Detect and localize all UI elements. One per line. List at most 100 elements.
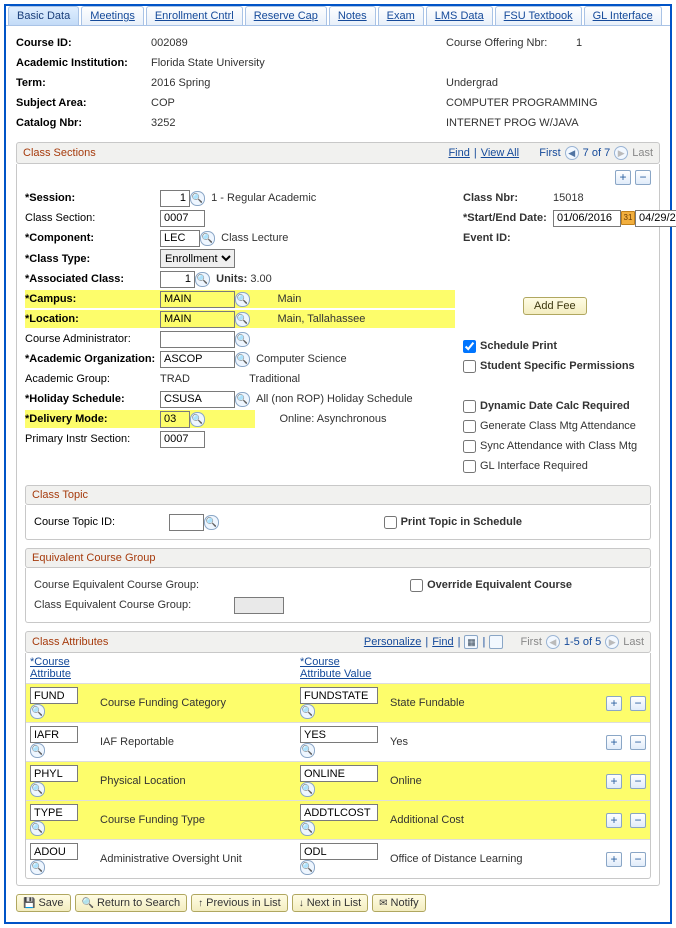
course-admin-input[interactable]	[160, 331, 235, 348]
start-date-calendar-icon[interactable]	[621, 211, 635, 225]
class-section-input[interactable]	[160, 210, 205, 227]
class-attributes-title: Class Attributes	[32, 636, 108, 648]
sync-att-label: Sync Attendance with Class Mtg	[480, 440, 637, 452]
attr-del-row[interactable]: −	[630, 852, 646, 867]
attr-code-lookup-icon[interactable]	[30, 860, 45, 875]
course-equiv-label: Course Equivalent Course Group:	[34, 579, 234, 591]
sections-view-all-link[interactable]: View All	[481, 147, 519, 159]
student-perm-checkbox[interactable]	[463, 360, 476, 373]
notify-button[interactable]: ✉Notify	[372, 894, 426, 912]
attr-del-row[interactable]: −	[630, 813, 646, 828]
location-input[interactable]	[160, 311, 235, 328]
class-type-select[interactable]: Enrollment	[160, 249, 235, 268]
campus-input[interactable]	[160, 291, 235, 308]
attr-code-lookup-icon[interactable]	[30, 743, 45, 758]
attrs-download-icon[interactable]	[489, 635, 503, 649]
previous-in-list-button[interactable]: ↑Previous in List	[191, 894, 288, 912]
sections-first-link[interactable]: First	[539, 147, 560, 159]
schedule-print-checkbox[interactable]	[463, 340, 476, 353]
topic-id-lookup-icon[interactable]	[204, 515, 219, 530]
holiday-lookup-icon[interactable]	[235, 392, 250, 407]
attr-del-row[interactable]: −	[630, 774, 646, 789]
attrs-view-all-icon[interactable]: ▦	[464, 635, 478, 649]
attr-add-row[interactable]: +	[606, 735, 622, 750]
tab-enrollment-cntrl[interactable]: Enrollment Cntrl	[146, 6, 243, 25]
assoc-class-input[interactable]	[160, 271, 195, 288]
print-topic-checkbox[interactable]	[384, 516, 397, 529]
attr-value-desc: Office of Distance Learning	[390, 853, 522, 865]
add-fee-button[interactable]: Add Fee	[523, 297, 587, 315]
session-input[interactable]	[160, 190, 190, 207]
save-button[interactable]: 💾Save	[16, 894, 71, 912]
dyn-date-checkbox[interactable]	[463, 400, 476, 413]
primary-input[interactable]	[160, 431, 205, 448]
attr-value-input[interactable]	[300, 687, 378, 704]
col-course-attribute-value[interactable]: *Course Attribute Value	[296, 653, 386, 684]
gen-mtg-checkbox[interactable]	[463, 420, 476, 433]
sync-att-checkbox[interactable]	[463, 440, 476, 453]
attr-value-lookup-icon[interactable]	[300, 743, 315, 758]
attr-value-input[interactable]	[300, 726, 378, 743]
attrs-prev-icon: ◀	[546, 635, 560, 649]
subject-label: Subject Area:	[16, 97, 151, 109]
start-date-input[interactable]	[553, 210, 621, 227]
attr-value-input[interactable]	[300, 804, 378, 821]
attr-value-input[interactable]	[300, 765, 378, 782]
campus-lookup-icon[interactable]	[235, 292, 250, 307]
attr-code-lookup-icon[interactable]	[30, 782, 45, 797]
topic-id-input[interactable]	[169, 514, 204, 531]
tab-fsu-textbook[interactable]: FSU Textbook	[495, 6, 582, 25]
attrs-personalize-link[interactable]: Personalize	[364, 636, 421, 648]
course-admin-lookup-icon[interactable]	[235, 332, 250, 347]
attrs-find-link[interactable]: Find	[432, 636, 453, 648]
attr-code-lookup-icon[interactable]	[30, 704, 45, 719]
tab-meetings[interactable]: Meetings	[81, 6, 144, 25]
location-lookup-icon[interactable]	[235, 312, 250, 327]
sections-prev-icon[interactable]: ◀	[565, 146, 579, 160]
tab-exam[interactable]: Exam	[378, 6, 424, 25]
sections-find-link[interactable]: Find	[448, 147, 469, 159]
acad-org-input[interactable]	[160, 351, 235, 368]
assoc-class-lookup-icon[interactable]	[195, 272, 210, 287]
component-desc: Class Lecture	[221, 232, 288, 244]
end-date-input[interactable]	[635, 210, 676, 227]
attr-code-input[interactable]	[30, 804, 78, 821]
tab-lms-data[interactable]: LMS Data	[426, 6, 493, 25]
event-id-label: Event ID:	[463, 232, 553, 244]
session-lookup-icon[interactable]	[190, 191, 205, 206]
attr-code-input[interactable]	[30, 687, 78, 704]
attr-code-input[interactable]	[30, 765, 78, 782]
attr-value-lookup-icon[interactable]	[300, 704, 315, 719]
attr-value-lookup-icon[interactable]	[300, 860, 315, 875]
col-course-attribute[interactable]: *Course Attribute	[26, 653, 96, 684]
override-equiv-checkbox[interactable]	[410, 579, 423, 592]
next-in-list-button[interactable]: ↓Next in List	[292, 894, 368, 912]
delivery-input[interactable]	[160, 411, 190, 428]
attr-del-row[interactable]: −	[630, 735, 646, 750]
gl-req-checkbox[interactable]	[463, 460, 476, 473]
attr-add-row[interactable]: +	[606, 774, 622, 789]
tab-gl-interface[interactable]: GL Interface	[584, 6, 662, 25]
attr-value-lookup-icon[interactable]	[300, 782, 315, 797]
tab-notes[interactable]: Notes	[329, 6, 376, 25]
attr-add-row[interactable]: +	[606, 852, 622, 867]
tab-basic-data[interactable]: Basic Data	[8, 6, 79, 25]
attr-code-input[interactable]	[30, 843, 78, 860]
attr-del-row[interactable]: −	[630, 696, 646, 711]
sections-del-row[interactable]: −	[635, 170, 651, 185]
attr-value-lookup-icon[interactable]	[300, 821, 315, 836]
component-lookup-icon[interactable]	[200, 231, 215, 246]
attr-add-row[interactable]: +	[606, 696, 622, 711]
return-label: Return to Search	[97, 897, 180, 909]
holiday-input[interactable]	[160, 391, 235, 408]
sections-add-row[interactable]: +	[615, 170, 631, 185]
attr-code-input[interactable]	[30, 726, 78, 743]
attr-code-lookup-icon[interactable]	[30, 821, 45, 836]
tab-reserve-cap[interactable]: Reserve Cap	[245, 6, 327, 25]
delivery-lookup-icon[interactable]	[190, 412, 205, 427]
component-input[interactable]	[160, 230, 200, 247]
return-to-search-button[interactable]: 🔍Return to Search	[75, 894, 188, 912]
attr-add-row[interactable]: +	[606, 813, 622, 828]
attr-value-input[interactable]	[300, 843, 378, 860]
acad-org-lookup-icon[interactable]	[235, 352, 250, 367]
